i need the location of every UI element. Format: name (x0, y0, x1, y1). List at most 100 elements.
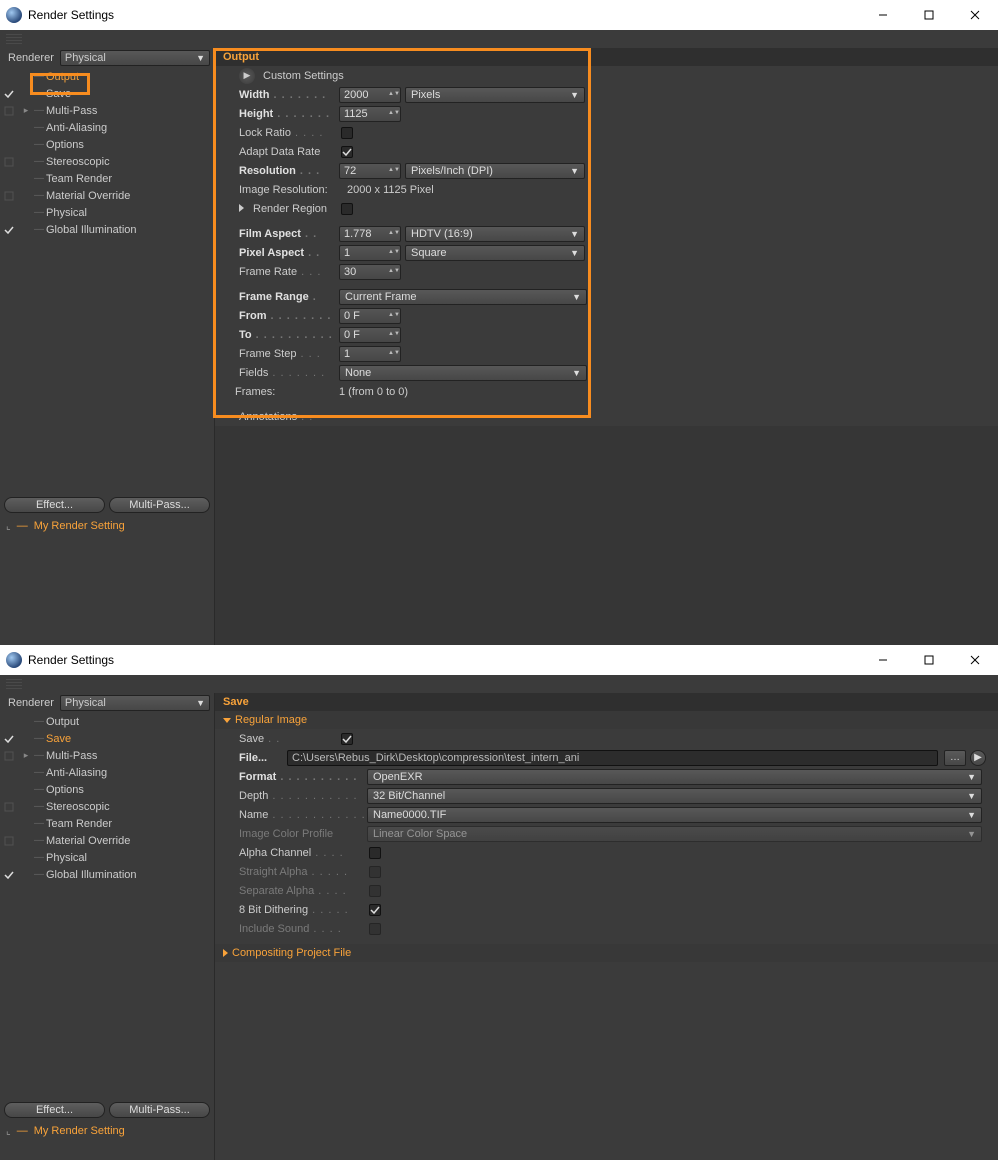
sidebar-item-physical[interactable]: —Physical (0, 204, 214, 221)
color-profile-dropdown: Linear Color Space▼ (367, 826, 982, 842)
alpha-channel-checkbox[interactable] (369, 847, 381, 859)
multi-pass-button[interactable]: Multi-Pass... (109, 497, 210, 513)
format-dropdown[interactable]: OpenEXR▼ (367, 769, 982, 785)
menubar (0, 675, 998, 693)
window-title: Render Settings (28, 653, 860, 667)
save-properties-panel: Save Regular Image Save . . File... C:\U… (215, 693, 998, 1160)
frame-range-dropdown[interactable]: Current Frame▼ (339, 289, 587, 305)
render-setting-name[interactable]: My Render Setting (34, 1125, 125, 1137)
pixel-aspect-field[interactable]: 1▲▼ (339, 245, 401, 261)
sidebar-item-output[interactable]: —Output (0, 68, 214, 85)
file-path-field[interactable]: C:\Users\Rebus_Dirk\Desktop\compression\… (287, 750, 938, 766)
sidebar-item-team-render[interactable]: —Team Render (0, 815, 214, 832)
grip-icon[interactable] (6, 34, 22, 44)
app-icon (6, 652, 22, 668)
renderer-dropdown[interactable]: Physical ▼ (60, 50, 210, 66)
resolution-units-dropdown[interactable]: Pixels/Inch (DPI)▼ (405, 163, 585, 179)
corner-icon: ⌞ (6, 521, 11, 532)
preset-arrow-icon[interactable]: ▶ (239, 68, 255, 84)
render-settings-window-save: Render Settings Renderer Physical ▼ —Out… (0, 645, 998, 1160)
window-title: Render Settings (28, 8, 860, 22)
sidebar-item-save[interactable]: —Save (0, 85, 214, 102)
dithering-checkbox[interactable] (369, 904, 381, 916)
image-resolution-value: 2000 x 1125 Pixel (339, 184, 434, 196)
sidebar-item-save[interactable]: —Save (0, 730, 214, 747)
sidebar-item-physical[interactable]: —Physical (0, 849, 214, 866)
settings-tree: —Output —Save ▸—Multi-Pass —Anti-Aliasin… (0, 713, 214, 1098)
name-dropdown[interactable]: Name0000.TIF▼ (367, 807, 982, 823)
render-setting-name[interactable]: My Render Setting (34, 520, 125, 532)
film-aspect-dropdown[interactable]: HDTV (16:9)▼ (405, 226, 585, 242)
sidebar-item-anti-aliasing[interactable]: —Anti-Aliasing (0, 764, 214, 781)
sidebar-item-options[interactable]: —Options (0, 136, 214, 153)
multi-pass-button[interactable]: Multi-Pass... (109, 1102, 210, 1118)
renderer-dropdown[interactable]: Physical ▼ (60, 695, 210, 711)
height-field[interactable]: 1125▲▼ (339, 106, 401, 122)
frames-value: 1 (from 0 to 0) (339, 386, 408, 398)
maximize-button[interactable] (906, 645, 952, 675)
save-checkbox[interactable] (341, 733, 353, 745)
chevron-down-icon: ▼ (196, 53, 205, 63)
chevron-down-icon: ▼ (196, 698, 205, 708)
minimize-button[interactable] (860, 645, 906, 675)
app-icon (6, 7, 22, 23)
width-field[interactable]: 2000▲▼ (339, 87, 401, 103)
separate-alpha-checkbox (369, 885, 381, 897)
compositing-project-file-section[interactable]: Compositing Project File (215, 944, 998, 962)
sidebar-item-global-illumination[interactable]: —Global Illumination (0, 866, 214, 883)
maximize-button[interactable] (906, 0, 952, 30)
titlebar: Render Settings (0, 0, 998, 30)
sidebar-item-anti-aliasing[interactable]: —Anti-Aliasing (0, 119, 214, 136)
sidebar-item-team-render[interactable]: —Team Render (0, 170, 214, 187)
render-region-checkbox[interactable] (341, 203, 353, 215)
sidebar-item-multi-pass[interactable]: ▸—Multi-Pass (0, 747, 214, 764)
sidebar-item-output[interactable]: —Output (0, 713, 214, 730)
pixel-aspect-dropdown[interactable]: Square▼ (405, 245, 585, 261)
lock-ratio-checkbox[interactable] (341, 127, 353, 139)
adapt-data-rate-checkbox[interactable] (341, 146, 353, 158)
frame-step-field[interactable]: 1▲▼ (339, 346, 401, 362)
grip-icon[interactable] (6, 679, 22, 689)
to-field[interactable]: 0 F▲▼ (339, 327, 401, 343)
left-panel: Renderer Physical ▼ —Output —Save ▸—Mult… (0, 48, 215, 645)
render-settings-window-output: Render Settings Renderer Physical ▼ —Out… (0, 0, 998, 645)
go-button[interactable]: ▶ (970, 750, 986, 766)
straight-alpha-checkbox (369, 866, 381, 878)
from-field[interactable]: 0 F▲▼ (339, 308, 401, 324)
effect-button[interactable]: Effect... (4, 1102, 105, 1118)
settings-tree: —Output —Save ▸—Multi-Pass —Anti-Aliasin… (0, 68, 214, 493)
resolution-field[interactable]: 72▲▼ (339, 163, 401, 179)
close-button[interactable] (952, 0, 998, 30)
left-panel: Renderer Physical ▼ —Output —Save ▸—Mult… (0, 693, 215, 1160)
tri-icon[interactable] (239, 204, 244, 212)
frame-rate-field[interactable]: 30▲▼ (339, 264, 401, 280)
depth-dropdown[interactable]: 32 Bit/Channel▼ (367, 788, 982, 804)
browse-button[interactable]: … (944, 750, 966, 766)
renderer-label: Renderer (4, 52, 54, 64)
minimize-button[interactable] (860, 0, 906, 30)
corner-icon: ⌞ (6, 1126, 11, 1137)
fields-dropdown[interactable]: None▼ (339, 365, 587, 381)
film-aspect-field[interactable]: 1.778▲▼ (339, 226, 401, 242)
output-properties-panel: Output ▶Custom Settings Width . . . . . … (215, 48, 998, 645)
sidebar-item-global-illumination[interactable]: —Global Illumination (0, 221, 214, 238)
width-units-dropdown[interactable]: Pixels▼ (405, 87, 585, 103)
sidebar-item-multi-pass[interactable]: ▸—Multi-Pass (0, 102, 214, 119)
sidebar-item-material-override[interactable]: —Material Override (0, 832, 214, 849)
panel-header: Output (215, 48, 998, 66)
renderer-label: Renderer (4, 697, 54, 709)
sidebar-item-stereoscopic[interactable]: —Stereoscopic (0, 153, 214, 170)
close-button[interactable] (952, 645, 998, 675)
panel-header: Save (215, 693, 998, 711)
custom-settings-label: Custom Settings (263, 70, 344, 82)
tree-empty-area[interactable] (0, 535, 214, 645)
sidebar-item-options[interactable]: —Options (0, 781, 214, 798)
menubar (0, 30, 998, 48)
titlebar: Render Settings (0, 645, 998, 675)
include-sound-checkbox (369, 923, 381, 935)
effect-button[interactable]: Effect... (4, 497, 105, 513)
regular-image-section[interactable]: Regular Image (215, 711, 998, 729)
annotations-area[interactable] (215, 426, 998, 645)
sidebar-item-material-override[interactable]: —Material Override (0, 187, 214, 204)
sidebar-item-stereoscopic[interactable]: —Stereoscopic (0, 798, 214, 815)
